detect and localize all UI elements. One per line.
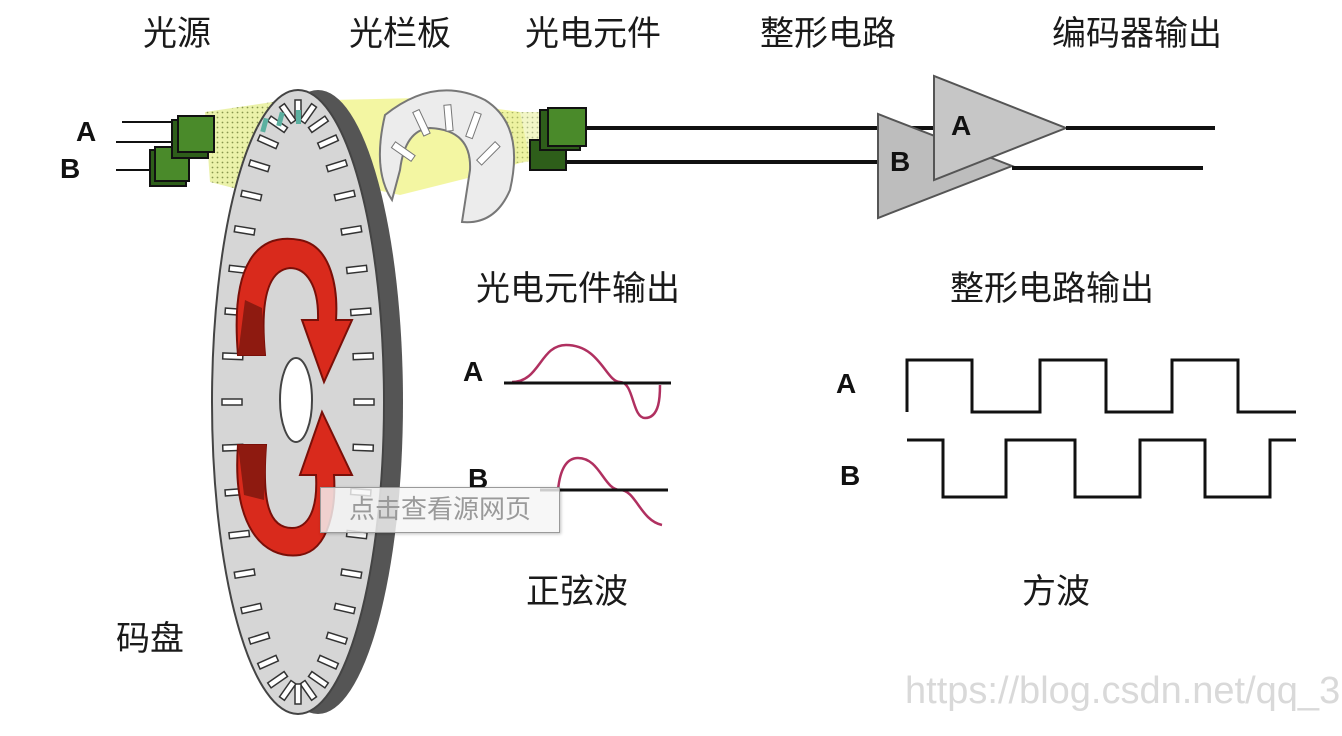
light-source-label: 光源 xyxy=(143,14,211,54)
disk-slot xyxy=(353,398,375,406)
photo-output-label: 光电元件输出 xyxy=(476,269,680,309)
square-wave-label: 方波 xyxy=(1022,572,1090,612)
square-wave-chart xyxy=(905,358,1296,499)
amp-a-label: A xyxy=(951,110,972,141)
view-source-button[interactable]: 点击查看源网页 xyxy=(320,487,560,533)
disk-slot xyxy=(352,352,375,361)
shaping-output-label: 整形电路输出 xyxy=(950,269,1154,309)
disk-slot xyxy=(294,683,302,705)
square-b-label: B xyxy=(840,460,861,491)
light-source-emitters xyxy=(116,115,215,187)
disk-hub xyxy=(279,357,313,443)
square-a-label: A xyxy=(836,368,857,399)
amp-b-label: B xyxy=(890,146,911,177)
encoder-output-label: 编码器输出 xyxy=(1052,14,1222,54)
disk-slot xyxy=(352,443,375,452)
encoder-diagram xyxy=(116,74,1296,715)
photo-element-label: 光电元件 xyxy=(525,14,661,54)
disk-slot xyxy=(349,307,372,317)
disk-slot xyxy=(228,529,251,540)
disk-slot xyxy=(345,264,368,275)
shaping-circuit-label: 整形电路 xyxy=(760,14,896,54)
source-a-label: A xyxy=(76,116,97,147)
disk-slot xyxy=(221,398,243,406)
code-disk xyxy=(211,89,403,715)
source-b-label: B xyxy=(60,153,81,184)
grating-label: 光栏板 xyxy=(349,14,451,54)
code-disk-label: 码盘 xyxy=(116,619,184,659)
sine-wave-label: 正弦波 xyxy=(526,572,628,612)
watermark-text: https://blog.csdn.net/qq_3 xyxy=(905,670,1341,712)
sine-a-label: A xyxy=(463,356,484,387)
